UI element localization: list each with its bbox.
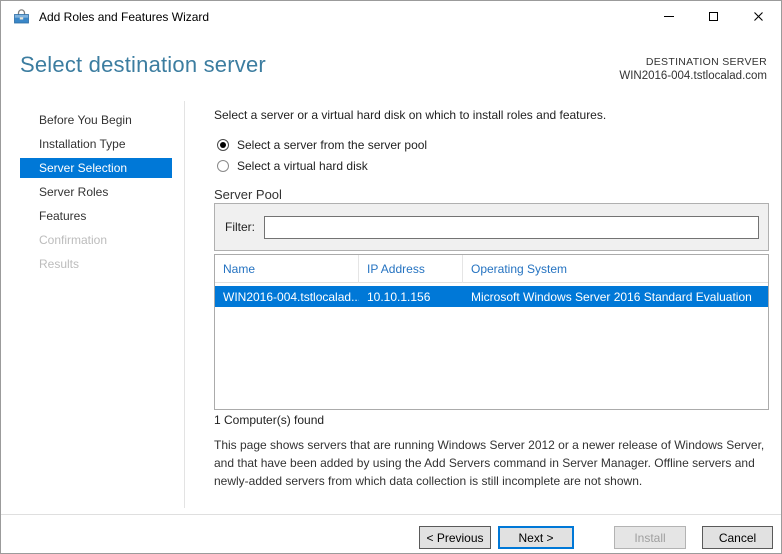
cell-operating-system: Microsoft Windows Server 2016 Standard E…	[471, 289, 752, 304]
computers-found-text: 1 Computer(s) found	[214, 413, 325, 427]
column-header-operating-system[interactable]: Operating System	[463, 255, 768, 283]
table-row[interactable]: WIN2016-004.tstlocalad.... 10.10.1.156 M…	[215, 286, 768, 307]
sidebar-item-features[interactable]: Features	[20, 206, 172, 226]
column-header-name[interactable]: Name	[215, 254, 359, 283]
intro-text: Select a server or a virtual hard disk o…	[214, 108, 607, 122]
cell-ip-address: 10.10.1.156	[367, 289, 431, 304]
next-button[interactable]: Next >	[498, 526, 574, 549]
sidebar-item-results: Results	[39, 257, 80, 271]
filter-label: Filter:	[225, 220, 255, 234]
radio-label: Select a server from the server pool	[237, 138, 428, 152]
close-icon	[754, 12, 763, 21]
sidebar-item-installation-type[interactable]: Installation Type	[20, 134, 172, 154]
footer-divider	[1, 514, 781, 515]
radio-select-server-pool[interactable]: Select a server from the server pool	[217, 138, 427, 152]
page-note-text: This page shows servers that are running…	[214, 438, 765, 488]
minimize-button[interactable]	[646, 1, 691, 32]
maximize-button[interactable]	[691, 1, 736, 32]
maximize-icon	[709, 12, 718, 21]
sidebar-item-server-roles[interactable]: Server Roles	[20, 182, 172, 202]
close-button[interactable]	[736, 1, 781, 32]
radio-selected-icon	[217, 139, 229, 151]
radio-select-vhd[interactable]: Select a virtual hard disk	[217, 159, 368, 173]
server-pool-table: Name IP Address Operating System WIN2016…	[214, 254, 769, 410]
wizard-window: Add Roles and Features Wizard Select des…	[0, 0, 782, 554]
cell-name: WIN2016-004.tstlocalad....	[223, 289, 359, 304]
destination-server: WIN2016-004.tstlocalad.com	[619, 70, 767, 82]
wizard-steps-nav: Before You Begin Installation Type Serve…	[1, 110, 184, 278]
previous-button[interactable]: < Previous	[419, 526, 491, 549]
sidebar-divider	[184, 101, 185, 508]
filter-input[interactable]	[264, 216, 759, 239]
destination-block: DESTINATION SERVER WIN2016-004.tstlocala…	[619, 56, 767, 82]
page-title: Select destination server	[20, 52, 266, 77]
table-header-row: Name IP Address Operating System	[215, 254, 768, 283]
window-controls	[646, 1, 781, 32]
title-bar: Add Roles and Features Wizard	[1, 1, 781, 33]
minimize-icon	[663, 16, 674, 17]
destination-label: DESTINATION SERVER	[645, 56, 767, 68]
cancel-button[interactable]: Cancel	[702, 526, 773, 549]
column-header-ip-address[interactable]: IP Address	[359, 254, 463, 283]
filter-groupbox: Filter:	[214, 203, 769, 251]
toolbox-icon	[14, 9, 29, 24]
radio-unselected-icon	[217, 160, 229, 172]
sidebar-item-before-you-begin[interactable]: Before You Begin	[20, 110, 172, 130]
install-button[interactable]: Install	[614, 526, 686, 549]
radio-label: Select a virtual hard disk	[237, 159, 368, 173]
sidebar-item-server-selection[interactable]: Server Selection	[20, 158, 172, 178]
window-title: Add Roles and Features Wizard	[39, 10, 210, 24]
server-pool-heading: Server Pool	[214, 187, 282, 202]
sidebar-item-confirmation: Confirmation	[39, 233, 108, 247]
